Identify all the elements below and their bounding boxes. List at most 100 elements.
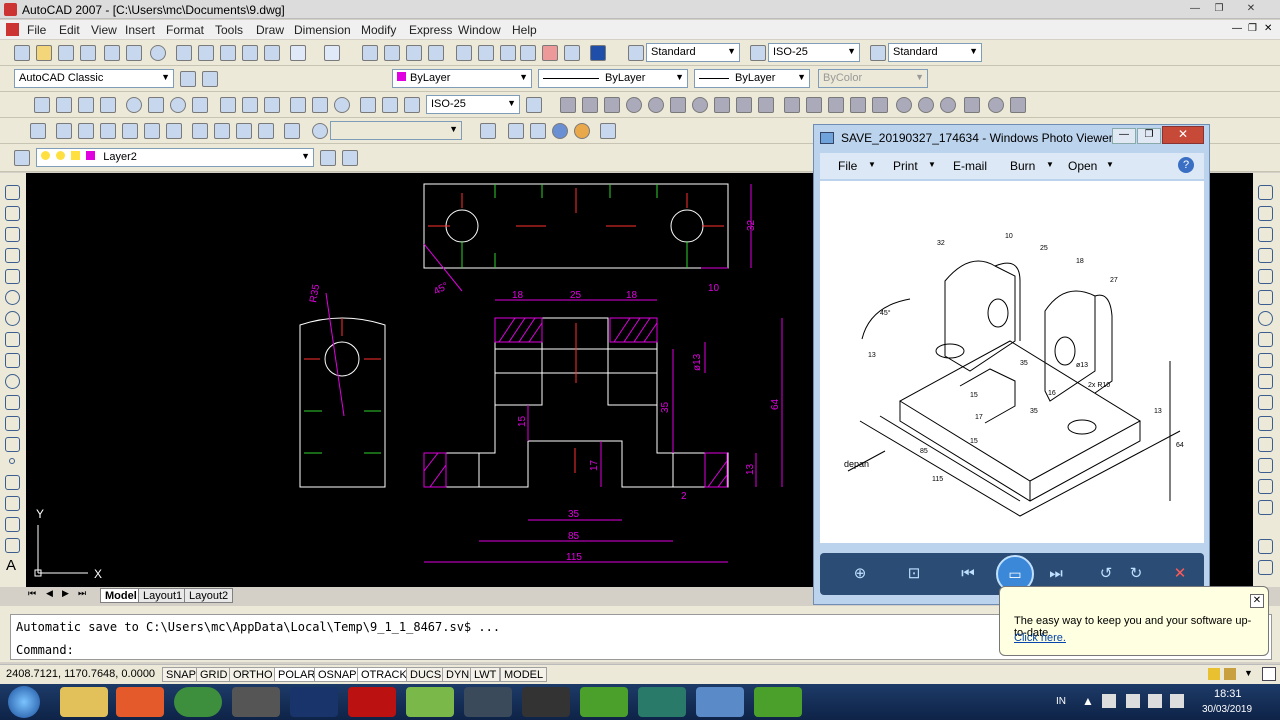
ellipse-arc-icon[interactable]	[5, 395, 20, 410]
linear-dim-icon[interactable]	[34, 97, 50, 113]
table-icon[interactable]	[5, 538, 20, 553]
tab-scroll-next-icon[interactable]: ▶	[62, 588, 69, 599]
calculator-icon[interactable]	[564, 45, 580, 61]
camtasia-icon[interactable]	[580, 687, 628, 717]
pv-menu-open[interactable]: Open	[1068, 159, 1097, 173]
dim-text-edit-icon[interactable]	[382, 97, 398, 113]
save-icon[interactable]	[58, 45, 74, 61]
volume-icon[interactable]	[1148, 694, 1162, 708]
helix-icon[interactable]	[736, 97, 752, 113]
previous-icon[interactable]: ⏮	[958, 564, 978, 584]
region-icon[interactable]	[5, 517, 20, 532]
rotate-ccw-icon[interactable]: ↺	[1096, 564, 1116, 584]
help-icon[interactable]	[590, 45, 606, 61]
chevron-down-icon[interactable]: ▼	[868, 160, 876, 169]
rotate-cw-icon[interactable]: ↻	[1126, 564, 1146, 584]
cylinder-icon[interactable]	[670, 97, 686, 113]
intersect-icon[interactable]	[828, 97, 844, 113]
actual-size-icon[interactable]: ⊡	[904, 564, 924, 584]
union-icon[interactable]	[784, 97, 800, 113]
linetype-select[interactable]: ByLayer ▼	[538, 69, 688, 88]
pv-minimize-button[interactable]: —	[1112, 128, 1136, 144]
pan-icon[interactable]	[362, 45, 378, 61]
power-icon[interactable]	[1126, 694, 1140, 708]
pv-menu-print[interactable]: Print	[893, 159, 918, 173]
rectangle-icon[interactable]	[5, 269, 20, 284]
ellipse-icon[interactable]	[5, 374, 20, 389]
polar-toggle[interactable]: POLAR	[274, 667, 320, 682]
multiline-text-icon[interactable]: A	[6, 557, 16, 574]
make-current-icon[interactable]	[320, 150, 336, 166]
tab-scroll-prev-icon[interactable]: ◀	[46, 588, 53, 599]
arc-icon[interactable]	[5, 290, 20, 305]
ne-iso-icon[interactable]	[236, 123, 252, 139]
menu-file[interactable]: File	[27, 23, 46, 37]
match-properties-icon[interactable]	[242, 45, 258, 61]
tab-scroll-first-icon[interactable]: ⏮	[28, 588, 36, 599]
cone-icon[interactable]	[626, 97, 642, 113]
pyramid-icon[interactable]	[714, 97, 730, 113]
right-view-icon[interactable]	[122, 123, 138, 139]
chamfer-icon[interactable]	[1258, 458, 1273, 473]
dyn-toggle[interactable]: DYN	[442, 667, 474, 682]
minimize-button[interactable]: —	[1184, 2, 1206, 16]
dim-style-select-2[interactable]: ISO-25 ▼	[426, 95, 520, 114]
line-icon[interactable]	[5, 185, 20, 200]
offset-icon[interactable]	[1258, 248, 1273, 263]
chrome-icon[interactable]	[174, 687, 222, 717]
menu-view[interactable]: View	[91, 23, 117, 37]
ducs-toggle[interactable]: DUCS	[406, 667, 446, 682]
jogged-dim-icon[interactable]	[148, 97, 164, 113]
3d-dwf-icon[interactable]	[150, 45, 166, 61]
coordinates-display[interactable]: 2408.7121, 1170.7648, 0.0000	[6, 668, 155, 680]
paste-icon[interactable]	[220, 45, 236, 61]
make-block-icon[interactable]	[5, 437, 20, 452]
aligned-dim-icon[interactable]	[56, 97, 72, 113]
doc-restore-button[interactable]: ❐	[1248, 23, 1257, 34]
baseline-dim-icon[interactable]	[242, 97, 258, 113]
tab-model[interactable]: Model	[100, 588, 142, 603]
snap-toggle[interactable]: SNAP	[162, 667, 200, 682]
next-icon[interactable]: ⏭	[1046, 564, 1066, 584]
erase-icon[interactable]	[1258, 185, 1273, 200]
pv-menu-email[interactable]: E-mail	[953, 159, 987, 173]
realistic-icon[interactable]	[552, 123, 568, 139]
block-editor-icon[interactable]	[264, 45, 280, 61]
clock-date[interactable]: 30/03/2019	[1202, 704, 1252, 715]
pv-menu-burn[interactable]: Burn	[1010, 159, 1035, 173]
table-style-select[interactable]: Standard ▼	[888, 43, 982, 62]
chevron-down-icon[interactable]: ▼	[1046, 160, 1054, 169]
rotate-icon[interactable]	[1258, 311, 1273, 326]
copy-object-icon[interactable]	[1258, 206, 1273, 221]
box-icon[interactable]	[582, 97, 598, 113]
pv-help-icon[interactable]: ?	[1178, 157, 1194, 173]
dim-edit-icon[interactable]	[360, 97, 376, 113]
spline-icon[interactable]	[5, 353, 20, 368]
cut-icon[interactable]	[176, 45, 192, 61]
camera-view-icon[interactable]	[284, 123, 300, 139]
continuous-orbit-icon[interactable]	[940, 97, 956, 113]
ordinate-dim-icon[interactable]	[100, 97, 116, 113]
table-style-icon[interactable]	[870, 45, 886, 61]
start-button[interactable]	[8, 686, 40, 718]
arc-length-icon[interactable]	[78, 97, 94, 113]
ortho-toggle[interactable]: ORTHO	[229, 667, 277, 682]
delete-icon[interactable]: ✕	[1170, 564, 1190, 584]
visual-style-manager-icon[interactable]	[600, 123, 616, 139]
pv-maximize-button[interactable]: ❐	[1137, 128, 1161, 144]
show-hidden-icons-icon[interactable]: ▲	[1082, 694, 1094, 708]
point-icon[interactable]	[9, 458, 15, 464]
pv-close-button[interactable]: ✕	[1162, 126, 1204, 144]
zoom-window-icon[interactable]	[406, 45, 422, 61]
break-icon[interactable]	[1258, 416, 1273, 431]
top-view-icon[interactable]	[56, 123, 72, 139]
dim-style-select[interactable]: ISO-25 ▼	[768, 43, 860, 62]
sheet-set-icon[interactable]	[520, 45, 536, 61]
ucs-icon[interactable]	[312, 123, 328, 139]
explode-icon[interactable]	[1258, 500, 1273, 515]
draworder-icon[interactable]	[1258, 539, 1273, 554]
film-icon[interactable]	[522, 687, 570, 717]
nw-iso-icon[interactable]	[258, 123, 274, 139]
app-icon[interactable]	[232, 687, 280, 717]
join-icon[interactable]	[1258, 437, 1273, 452]
